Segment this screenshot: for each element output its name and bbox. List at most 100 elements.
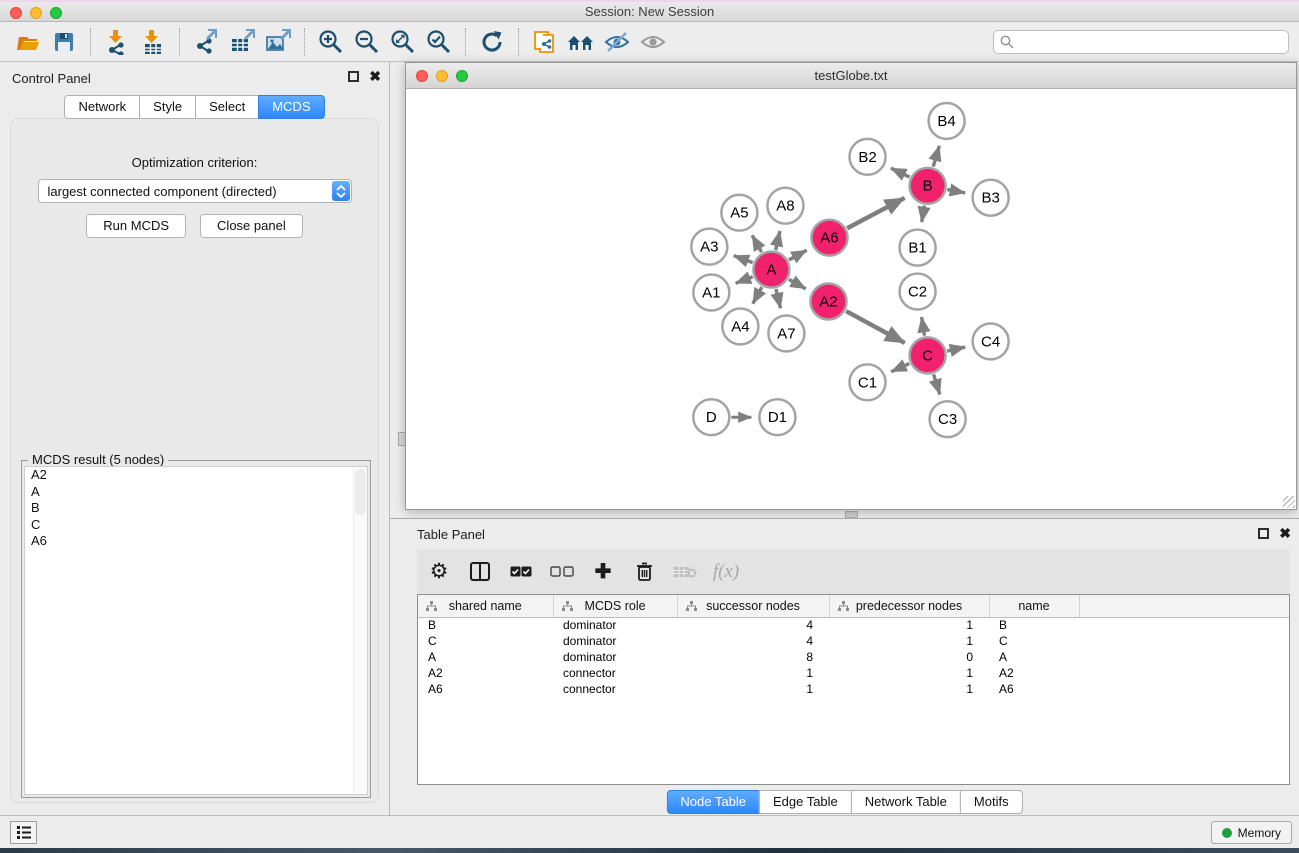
graph-edge-C-C3[interactable] — [934, 374, 940, 394]
tab-style[interactable]: Style — [139, 95, 196, 119]
table-cell[interactable]: 1 — [829, 665, 989, 681]
graph-node-A2[interactable]: A2 — [810, 284, 846, 320]
graph-edge-B-B2[interactable] — [891, 168, 910, 177]
graph-edge-A-A5[interactable] — [752, 235, 761, 252]
graph-edge-B-B4[interactable] — [933, 146, 939, 167]
graph-node-A1[interactable]: A1 — [693, 275, 729, 311]
network-graph[interactable]: AA1A2A3A4A5A6A7A8BB1B2B3B4CC1C2C3C4DD1 — [406, 89, 1296, 509]
graph-edge-A-A6[interactable] — [789, 250, 807, 260]
graph-edge-C-C4[interactable] — [947, 347, 965, 351]
graph-node-A7[interactable]: A7 — [768, 315, 804, 351]
graph-node-A[interactable]: A — [753, 252, 789, 288]
tab-select[interactable]: Select — [195, 95, 259, 119]
graph-edge-A-A7[interactable] — [776, 289, 781, 308]
graph-edge-B-B3[interactable] — [947, 190, 965, 193]
column-header-MCDS-role[interactable]: MCDS role — [553, 595, 677, 617]
graph-edge-C-C2[interactable] — [922, 317, 925, 336]
select-all-columns-button[interactable] — [509, 559, 533, 585]
graph-node-A8[interactable]: A8 — [767, 188, 803, 224]
mcds-result-item[interactable]: A2 — [25, 467, 367, 484]
graph-node-C4[interactable]: C4 — [973, 323, 1009, 359]
graph-edge-A6-B[interactable] — [847, 198, 904, 228]
network-canvas[interactable]: AA1A2A3A4A5A6A7A8BB1B2B3B4CC1C2C3C4DD1 — [406, 89, 1296, 509]
table-row[interactable]: A2connector11A2 — [418, 665, 1289, 681]
window-resize-grip[interactable] — [1283, 496, 1295, 508]
horizontal-scrollbar-thumb[interactable] — [845, 511, 858, 518]
memory-button[interactable]: Memory — [1211, 821, 1292, 844]
graph-node-A4[interactable]: A4 — [722, 308, 758, 344]
table-tab-edge-table[interactable]: Edge Table — [759, 790, 852, 814]
float-panel-icon[interactable] — [348, 71, 359, 82]
table-row[interactable]: A6connector11A6 — [418, 681, 1289, 697]
table-cell[interactable]: 4 — [677, 617, 829, 633]
network-minimize-button[interactable] — [436, 70, 448, 82]
table-row[interactable]: Adominator80A — [418, 649, 1289, 665]
export-network-button[interactable] — [188, 25, 224, 59]
table-cell[interactable]: 1 — [677, 665, 829, 681]
graph-edge-B-B1[interactable] — [922, 205, 925, 222]
zoom-out-button[interactable] — [349, 25, 385, 59]
graph-edge-A-A2[interactable] — [789, 279, 806, 288]
graph-edge-A-A1[interactable] — [736, 277, 753, 284]
graph-node-B4[interactable]: B4 — [929, 103, 965, 139]
graph-node-D[interactable]: D — [693, 399, 729, 435]
save-session-button[interactable] — [46, 25, 82, 59]
table-row[interactable]: Cdominator41C — [418, 633, 1289, 649]
zoom-in-button[interactable] — [313, 25, 349, 59]
import-table-button[interactable] — [135, 25, 171, 59]
zoom-selected-button[interactable] — [421, 25, 457, 59]
table-cell[interactable]: 0 — [829, 649, 989, 665]
mcds-result-item[interactable]: B — [25, 500, 367, 517]
criterion-select[interactable]: largest connected component (directed) — [38, 179, 352, 203]
table-cell[interactable]: A — [989, 649, 1079, 665]
search-input[interactable] — [993, 30, 1289, 54]
mcds-result-list[interactable]: A2ABCA6 — [24, 466, 368, 795]
table-cell[interactable]: 1 — [829, 617, 989, 633]
graph-edge-A-A4[interactable] — [753, 287, 762, 304]
add-column-button[interactable]: ✚ — [591, 559, 615, 585]
graph-node-A3[interactable]: A3 — [691, 229, 727, 265]
delete-column-button[interactable] — [632, 559, 656, 585]
function-builder-button[interactable]: f(x) — [714, 559, 738, 585]
tab-mcds[interactable]: MCDS — [258, 95, 324, 119]
table-cell[interactable]: B — [418, 617, 553, 633]
table-cell[interactable]: 1 — [829, 681, 989, 697]
table-cell[interactable]: C — [989, 633, 1079, 649]
close-window-button[interactable] — [10, 7, 22, 19]
mcds-result-item[interactable]: A — [25, 484, 367, 501]
graph-node-C2[interactable]: C2 — [900, 274, 936, 310]
mcds-result-item[interactable]: A6 — [25, 533, 367, 550]
column-header-name[interactable]: name — [989, 595, 1079, 617]
table-cell[interactable]: B — [989, 617, 1079, 633]
table-cell[interactable]: connector — [553, 665, 677, 681]
run-mcds-button[interactable]: Run MCDS — [86, 214, 186, 238]
zoom-fit-button[interactable] — [385, 25, 421, 59]
table-cell[interactable]: 4 — [677, 633, 829, 649]
tab-network[interactable]: Network — [64, 95, 140, 119]
graph-edge-A-A3[interactable] — [734, 256, 753, 263]
table-tab-network-table[interactable]: Network Table — [851, 790, 961, 814]
close-panel-icon[interactable]: ✖ — [369, 67, 381, 85]
maximize-window-button[interactable] — [50, 7, 62, 19]
table-cell[interactable]: C — [418, 633, 553, 649]
graph-node-C[interactable]: C — [910, 337, 946, 373]
table-cell[interactable]: 1 — [677, 681, 829, 697]
graph-node-C1[interactable]: C1 — [849, 364, 885, 400]
network-window-titlebar[interactable]: testGlobe.txt — [406, 63, 1296, 89]
export-table-button[interactable] — [224, 25, 260, 59]
graph-node-B[interactable]: B — [910, 168, 946, 204]
graph-edge-C-C1[interactable] — [891, 364, 909, 372]
table-cell[interactable]: A — [418, 649, 553, 665]
column-header-predecessor-nodes[interactable]: predecessor nodes — [829, 595, 989, 617]
network-from-selection-button[interactable] — [527, 25, 563, 59]
graph-node-B1[interactable]: B1 — [900, 230, 936, 266]
task-history-button[interactable] — [10, 821, 37, 844]
show-all-button[interactable] — [635, 25, 671, 59]
table-cell[interactable]: dominator — [553, 633, 677, 649]
graph-node-B2[interactable]: B2 — [849, 139, 885, 175]
result-scrollbar[interactable] — [353, 467, 367, 794]
unselect-all-columns-button[interactable] — [550, 559, 574, 585]
import-network-button[interactable] — [99, 25, 135, 59]
table-cell[interactable]: dominator — [553, 649, 677, 665]
table-row[interactable]: Bdominator41B — [418, 617, 1289, 633]
